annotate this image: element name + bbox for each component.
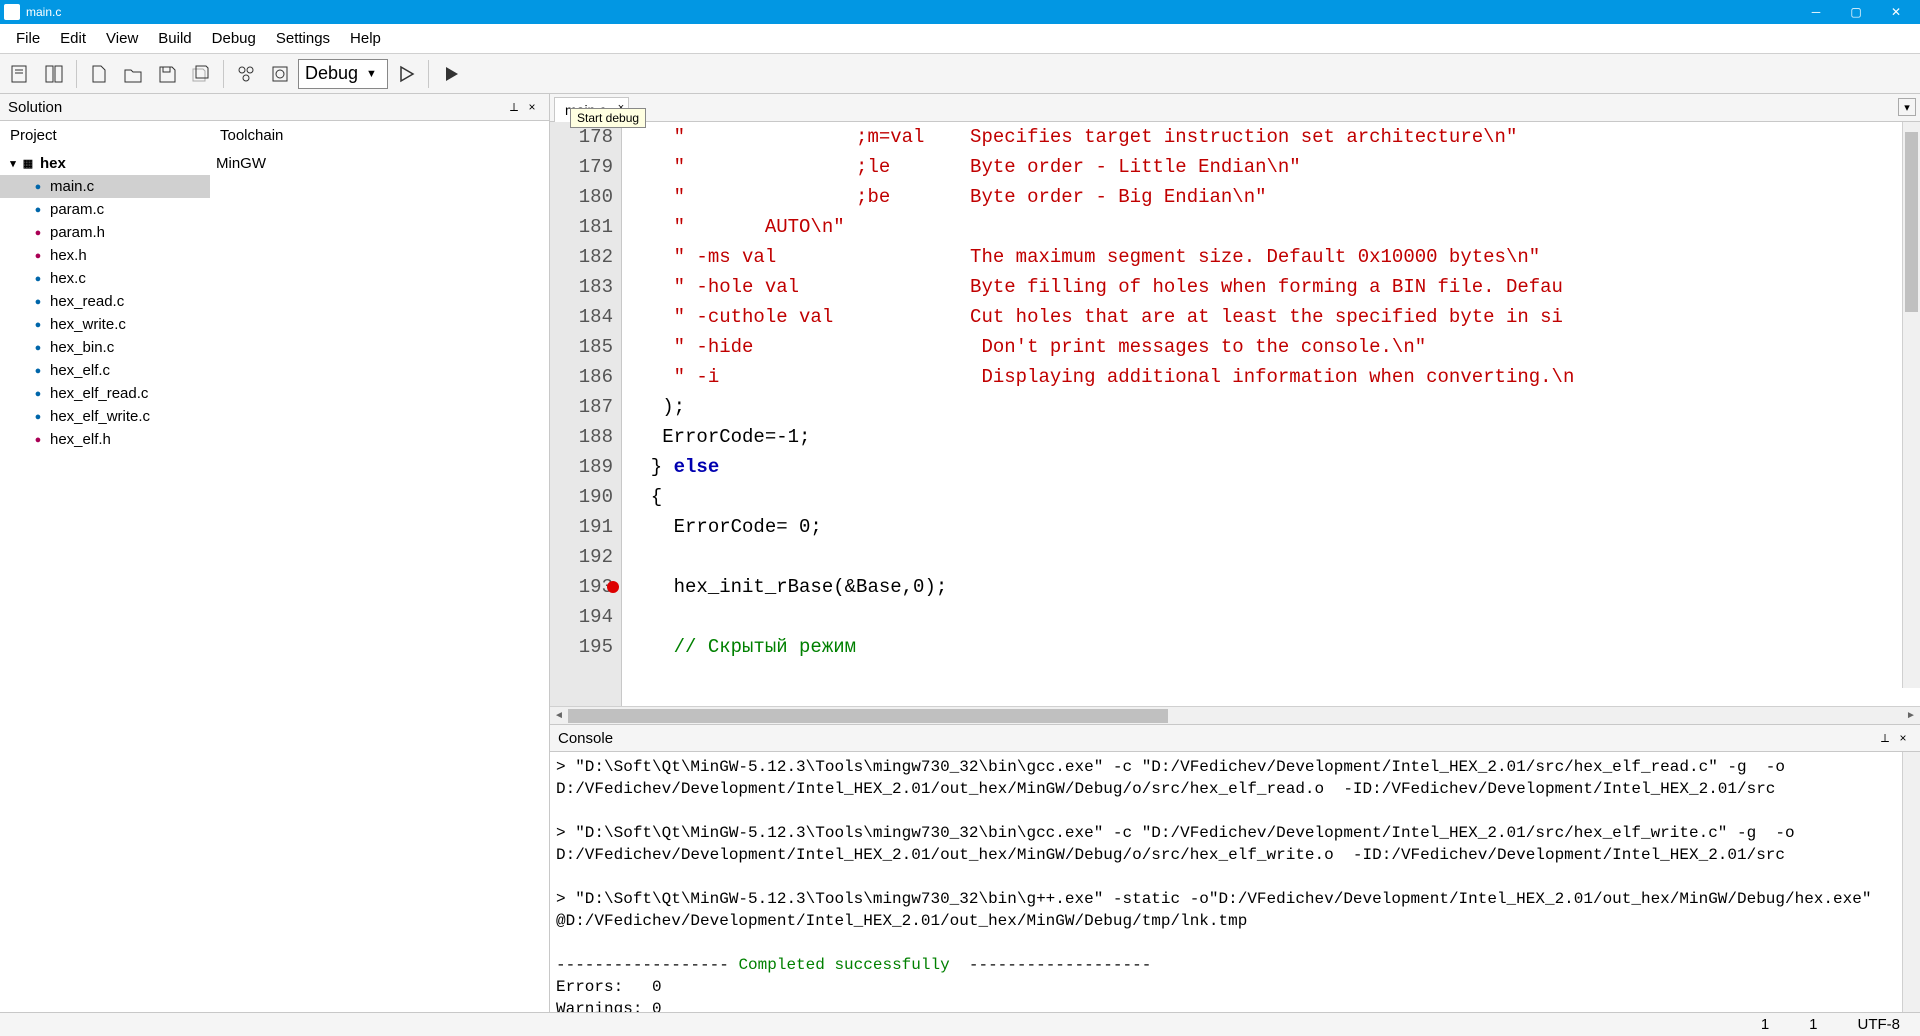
menubar: FileEditViewBuildDebugSettingsHelp [0,24,1920,54]
line-gutter[interactable]: 1781791801811821831841851861871881891901… [550,122,622,706]
new-file-button[interactable] [83,58,115,90]
app-icon [4,4,20,20]
window-title: main.c [26,5,61,19]
file-item[interactable]: ●hex_elf_read.c [0,382,210,405]
start-debug-button[interactable] [435,58,467,90]
console-pin-icon[interactable]: ⟂ [1876,729,1894,747]
titlebar: main.c ─ ▢ ✕ [0,0,1920,24]
project-tree: ▾▦hex●main.c●param.c●param.h●hex.h●hex.c… [0,150,210,453]
menu-build[interactable]: Build [148,26,201,51]
status-line: 1 [1761,1016,1769,1033]
new-solution-button[interactable] [4,58,36,90]
close-button[interactable]: ✕ [1876,0,1916,24]
open-file-button[interactable] [117,58,149,90]
file-item[interactable]: ●hex.h [0,244,210,267]
scroll-left-icon[interactable]: ◄ [550,707,568,725]
status-col: 1 [1809,1016,1817,1033]
editor-tabbar: main.c × ▾ [550,94,1920,122]
menu-file[interactable]: File [6,26,50,51]
console-output[interactable]: > "D:\Soft\Qt\MinGW-5.12.3\Tools\mingw73… [550,752,1920,1012]
status-encoding: UTF-8 [1858,1016,1901,1033]
config-label: Debug [305,63,358,84]
console-close-icon[interactable]: × [1894,729,1912,747]
console-title: Console [558,730,613,747]
scrollbar-thumb-h[interactable] [568,709,1168,723]
breakpoint-icon[interactable] [607,581,619,593]
file-item[interactable]: ●hex.c [0,267,210,290]
horizontal-scrollbar[interactable]: ◄ ► [550,706,1920,724]
solution-panel: Solution ⟂ × Project ▾▦hex●main.c●param.… [0,94,550,1012]
run-button[interactable] [390,58,422,90]
file-item[interactable]: ●hex_bin.c [0,336,210,359]
close-panel-icon[interactable]: × [523,98,541,116]
open-solution-button[interactable] [38,58,70,90]
file-item[interactable]: ●param.h [0,221,210,244]
save-all-button[interactable] [185,58,217,90]
menu-help[interactable]: Help [340,26,391,51]
scrollbar-thumb[interactable] [1905,132,1918,312]
menu-settings[interactable]: Settings [266,26,340,51]
build-button[interactable] [230,58,262,90]
vertical-scrollbar[interactable] [1902,122,1920,688]
file-item[interactable]: ●hex_elf_write.c [0,405,210,428]
toolchain-column-header: Toolchain [210,121,549,150]
project-column-header: Project [0,121,210,150]
console-scrollbar[interactable] [1902,752,1920,1012]
console-header: Console ⟂ × [550,725,1920,752]
maximize-button[interactable]: ▢ [1836,0,1876,24]
file-item[interactable]: ●param.c [0,198,210,221]
editor-area: main.c × ▾ 17817918018118218318418518618… [550,94,1920,1012]
tab-menu-button[interactable]: ▾ [1898,98,1916,116]
scroll-right-icon[interactable]: ► [1902,707,1920,725]
save-button[interactable] [151,58,183,90]
tooltip: Start debug [570,108,646,128]
pin-icon[interactable]: ⟂ [505,98,523,116]
menu-debug[interactable]: Debug [202,26,266,51]
rebuild-button[interactable] [264,58,296,90]
code-editor[interactable]: 1781791801811821831841851861871881891901… [550,122,1920,706]
console-panel: Console ⟂ × > "D:\Soft\Qt\MinGW-5.12.3\T… [550,724,1920,1012]
solution-header: Solution ⟂ × [0,94,549,121]
statusbar: 1 1 UTF-8 [0,1012,1920,1036]
code-content[interactable]: " ;m=val Specifies target instruction se… [622,122,1920,706]
menu-edit[interactable]: Edit [50,26,96,51]
solution-title: Solution [8,99,62,116]
file-item[interactable]: ●hex_elf.h [0,428,210,451]
file-item[interactable]: ●main.c [0,175,210,198]
config-combo[interactable]: Debug ▼ [298,59,388,89]
file-item[interactable]: ●hex_elf.c [0,359,210,382]
project-root[interactable]: ▾▦hex [0,152,210,175]
file-item[interactable]: ●hex_write.c [0,313,210,336]
menu-view[interactable]: View [96,26,148,51]
file-item[interactable]: ●hex_read.c [0,290,210,313]
minimize-button[interactable]: ─ [1796,0,1836,24]
chevron-down-icon: ▼ [366,68,377,80]
toolbar: Debug ▼ [0,54,1920,94]
toolchain-value[interactable]: MinGW [210,152,549,175]
